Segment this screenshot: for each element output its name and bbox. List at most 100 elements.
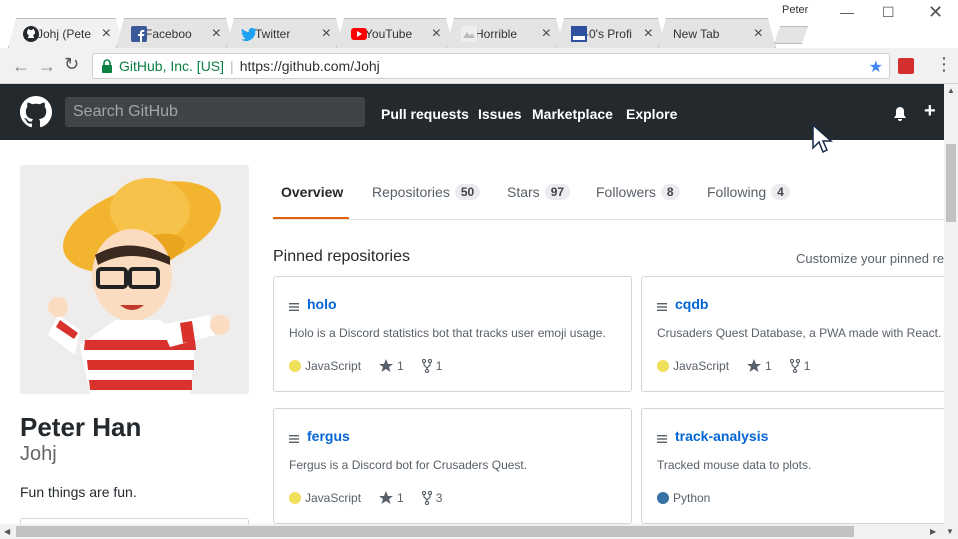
- scroll-right-icon[interactable]: ▶: [930, 527, 936, 536]
- lock-icon: [101, 59, 113, 73]
- browser-tab-youtube[interactable]: YouTube ×: [336, 18, 454, 48]
- github-logo-icon[interactable]: [20, 96, 52, 128]
- repo-icon: [657, 299, 667, 311]
- window-close-icon[interactable]: ✕: [928, 2, 943, 23]
- tab-counter: 8: [660, 184, 680, 200]
- tab-title: Horrible: [475, 26, 518, 41]
- horriblesubs-icon: [461, 26, 477, 42]
- close-icon[interactable]: ×: [754, 25, 763, 43]
- star-count: 1: [397, 359, 404, 373]
- nav-marketplace[interactable]: Marketplace: [532, 106, 613, 122]
- browser-tab-twitter[interactable]: Twitter ×: [226, 18, 344, 48]
- tab-counter: 50: [454, 184, 481, 200]
- repo-name-link[interactable]: holo: [307, 296, 337, 312]
- tab-title: -0's Profi: [585, 26, 632, 41]
- repo-name-link[interactable]: fergus: [307, 428, 350, 444]
- repo-language: JavaScript: [305, 359, 362, 373]
- repo-icon: [657, 431, 667, 443]
- star-icon: [379, 359, 394, 372]
- fork-icon: [421, 359, 432, 373]
- reload-icon[interactable]: ↻: [64, 54, 79, 75]
- customize-pins-link[interactable]: Customize your pinned re: [796, 251, 944, 266]
- fork-icon: [421, 491, 432, 505]
- tab-followers[interactable]: Followers 8: [596, 184, 680, 200]
- menu-icon[interactable]: ⋮: [935, 54, 953, 75]
- nav-explore[interactable]: Explore: [626, 106, 677, 122]
- tab-counter: 4: [771, 184, 790, 200]
- repo-forks[interactable]: 3: [421, 491, 443, 505]
- scroll-up-icon[interactable]: ▲: [947, 86, 955, 95]
- repo-stars[interactable]: 1: [747, 359, 772, 373]
- repo-card-fergus: fergus Fergus is a Discord bot for Crusa…: [273, 408, 632, 524]
- repo-forks[interactable]: 1: [789, 359, 810, 373]
- tab-label: Repositories: [372, 184, 450, 200]
- vertical-scrollbar[interactable]: ▲: [944, 84, 958, 524]
- repo-stars[interactable]: 1: [379, 491, 404, 505]
- tab-label: Overview: [281, 184, 344, 200]
- close-icon[interactable]: ×: [322, 25, 331, 43]
- minimize-icon[interactable]: —: [840, 4, 854, 20]
- mouse-cursor-icon: [812, 123, 834, 154]
- pinned-title: Pinned repositories: [273, 248, 410, 265]
- plus-icon[interactable]: +: [924, 100, 936, 123]
- repo-name-link[interactable]: track-analysis: [675, 428, 768, 444]
- close-icon[interactable]: ×: [644, 25, 653, 43]
- close-icon[interactable]: ×: [102, 25, 111, 43]
- horizontal-scrollbar[interactable]: ◀ ▶ ▼: [0, 524, 958, 539]
- search-input[interactable]: Search GitHub: [65, 97, 365, 127]
- tab-overview[interactable]: Overview: [281, 184, 343, 200]
- profile-tabs: Overview Repositories 50 Stars 97 Follow…: [273, 165, 944, 220]
- bell-icon[interactable]: [892, 106, 908, 122]
- youtube-icon: [351, 26, 367, 42]
- github-icon: [23, 26, 39, 42]
- star-icon: [379, 491, 394, 504]
- repo-forks[interactable]: 1: [421, 359, 443, 373]
- language-color-dot: [657, 492, 669, 504]
- close-icon[interactable]: ×: [542, 25, 551, 43]
- divider: |: [230, 58, 234, 74]
- bookmark-star-icon[interactable]: ★: [869, 57, 883, 77]
- avatar[interactable]: [20, 165, 249, 394]
- mal-icon: [571, 26, 587, 42]
- repo-icon: [289, 299, 299, 311]
- repo-card-cqdb: cqdb Crusaders Quest Database, a PWA mad…: [641, 276, 944, 392]
- tab-title: Twitter: [255, 26, 291, 41]
- nav-issues[interactable]: Issues: [478, 106, 522, 122]
- address-bar[interactable]: GitHub, Inc. [US] | https://github.com/J…: [92, 53, 890, 79]
- repo-stars[interactable]: 1: [379, 359, 404, 373]
- tab-repositories[interactable]: Repositories 50: [372, 184, 481, 200]
- close-icon[interactable]: ×: [432, 25, 441, 43]
- scroll-down-icon[interactable]: ▼: [946, 527, 954, 536]
- selected-tab-underline: [273, 217, 349, 219]
- nav-pull-requests[interactable]: Pull requests: [381, 106, 469, 122]
- repo-meta: JavaScript 1 3: [289, 491, 442, 505]
- back-icon[interactable]: ←: [12, 56, 30, 77]
- fork-count: 1: [435, 359, 443, 373]
- forward-icon[interactable]: →: [38, 56, 56, 77]
- browser-tab-github[interactable]: Johj (Pete ×: [8, 18, 124, 48]
- repo-language: JavaScript: [673, 359, 730, 373]
- repo-card-holo: holo Holo is a Discord statistics bot th…: [273, 276, 632, 392]
- tab-counter: 97: [544, 184, 571, 200]
- horizontal-scroll-thumb[interactable]: [16, 526, 854, 537]
- repo-meta: JavaScript 1 1: [289, 359, 442, 373]
- extension-icon[interactable]: [898, 58, 914, 74]
- browser-tab-mal[interactable]: -0's Profi ×: [556, 18, 666, 48]
- github-header: Search GitHub Pull requests Issues Marke…: [0, 84, 944, 140]
- browser-tab-newtab[interactable]: New Tab ×: [658, 18, 776, 48]
- close-icon[interactable]: ×: [212, 25, 221, 43]
- url-text[interactable]: https://github.com/Johj: [240, 58, 380, 74]
- tab-following[interactable]: Following 4: [707, 184, 790, 200]
- new-tab-button[interactable]: [774, 26, 808, 44]
- repo-name-link[interactable]: cqdb: [675, 296, 708, 312]
- scroll-left-icon[interactable]: ◀: [4, 527, 10, 536]
- browser-tab-horrible[interactable]: Horrible ×: [446, 18, 564, 48]
- tab-stars[interactable]: Stars 97: [507, 184, 571, 200]
- maximize-icon[interactable]: ☐: [882, 4, 895, 21]
- twitter-icon: [241, 26, 257, 42]
- browser-chrome: Johj (Pete × Faceboo × Twitter × YouTube…: [0, 0, 958, 84]
- profile-name[interactable]: Peter: [782, 4, 808, 16]
- browser-tab-facebook[interactable]: Faceboo ×: [116, 18, 234, 48]
- vertical-scroll-thumb[interactable]: [946, 144, 956, 222]
- fork-count: 3: [435, 491, 443, 505]
